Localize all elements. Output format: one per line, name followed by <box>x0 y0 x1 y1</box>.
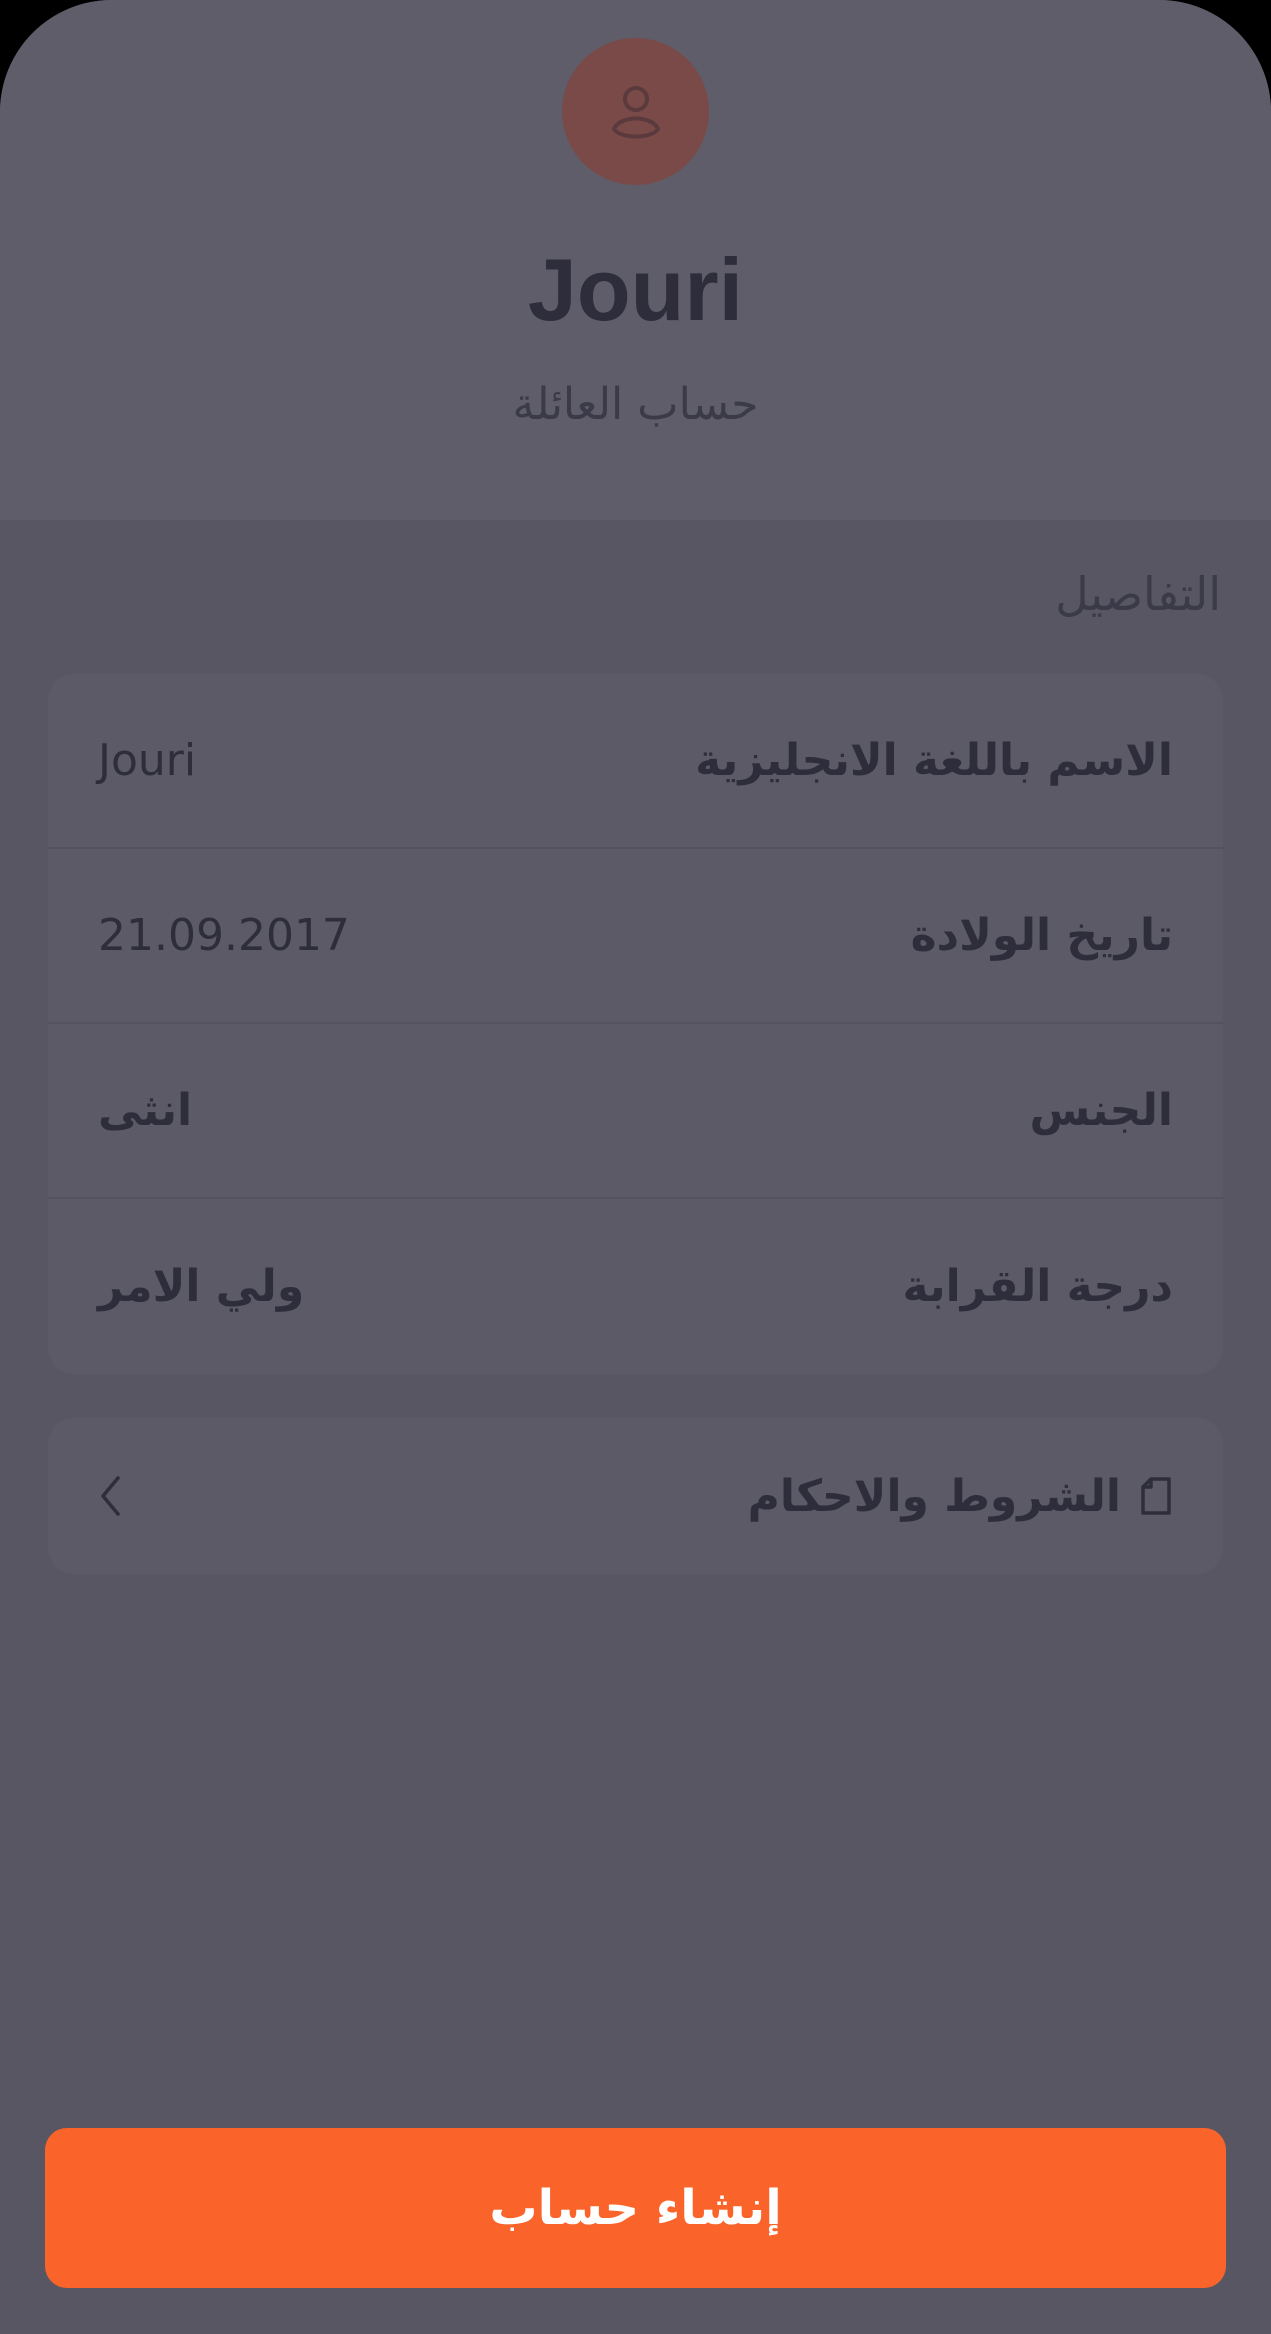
row-label: تاريخ الولادة <box>910 910 1173 961</box>
user-icon <box>611 85 660 138</box>
details-card: الاسم باللغة الانجليزية Jouri تاريخ الول… <box>48 674 1223 1374</box>
row-label: الجنس <box>1029 1085 1173 1136</box>
profile-name: Jouri <box>527 240 744 339</box>
family-account-screen: Jouri حساب العائلة التفاصيل الاسم باللغة… <box>0 0 1271 2334</box>
row-label: درجة القرابة <box>902 1261 1173 1312</box>
profile-header: Jouri حساب العائلة <box>0 0 1271 520</box>
profile-subtitle: حساب العائلة <box>512 379 759 430</box>
details-section-title: التفاصيل <box>1055 567 1221 621</box>
terms-label-group: الشروط والاحكام <box>748 1471 1173 1522</box>
terms-label: الشروط والاحكام <box>747 1470 1121 1522</box>
detail-row-birth-date: تاريخ الولادة 21.09.2017 <box>48 849 1223 1024</box>
detail-row-relationship: درجة القرابة ولي الامر <box>48 1199 1223 1374</box>
detail-row-english-name: الاسم باللغة الانجليزية Jouri <box>48 674 1223 849</box>
terms-and-conditions-link[interactable]: الشروط والاحكام <box>48 1418 1223 1574</box>
detail-row-gender: الجنس انثى <box>48 1024 1223 1199</box>
create-account-button[interactable]: إنشاء حساب <box>45 2128 1226 2288</box>
row-value: 21.09.2017 <box>98 910 350 961</box>
chevron-left-icon <box>98 1474 122 1518</box>
row-value: ولي الامر <box>98 1261 305 1312</box>
avatar <box>562 38 709 185</box>
document-icon <box>1141 1477 1171 1515</box>
row-value: انثى <box>98 1085 193 1136</box>
row-value: Jouri <box>98 735 197 786</box>
row-label: الاسم باللغة الانجليزية <box>695 735 1173 786</box>
